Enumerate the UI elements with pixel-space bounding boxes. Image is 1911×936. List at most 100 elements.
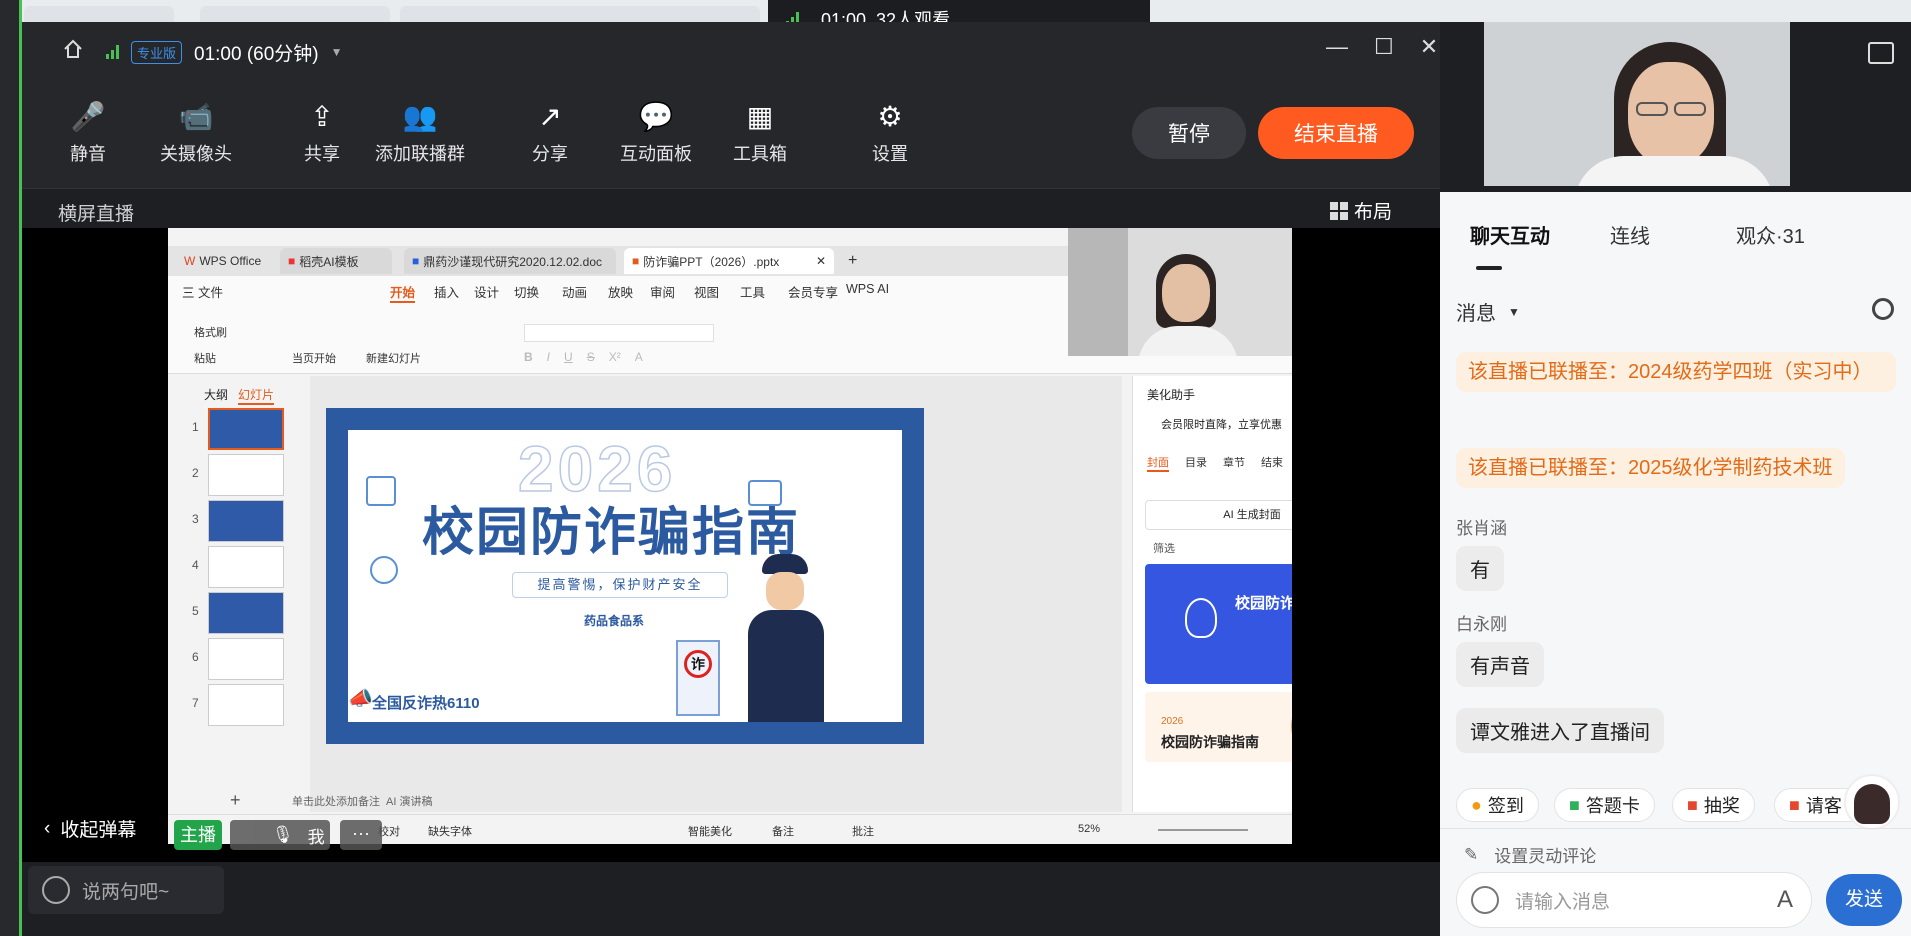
wps-menu-item[interactable]: 切换	[514, 282, 539, 301]
emoji-icon[interactable]	[42, 876, 70, 904]
toolbar-button-1[interactable]: 📹 关摄像头	[146, 98, 246, 166]
chat-tab[interactable]: 观众·31	[1736, 220, 1805, 249]
ai-panel-tab[interactable]: 章节	[1223, 454, 1245, 470]
chevron-down-icon[interactable]: ▼	[331, 45, 343, 59]
end-live-button[interactable]: 结束直播	[1258, 107, 1414, 159]
toolbar-button-6[interactable]: ▦ 工具箱	[710, 98, 810, 166]
ai-panel-tab[interactable]: 目录	[1185, 454, 1207, 470]
new-slide-button[interactable]: 新建幻灯片	[366, 350, 421, 366]
zoom-slider[interactable]	[1158, 829, 1248, 831]
minimize-icon[interactable]: —	[1326, 34, 1348, 60]
mode-label: 横屏直播	[58, 204, 135, 225]
popout-icon[interactable]	[1868, 42, 1894, 64]
toolbar-button-0[interactable]: 🎤 静音	[38, 98, 138, 166]
wps-menu-item[interactable]: 审阅	[650, 282, 675, 301]
emoji-icon[interactable]	[1471, 886, 1499, 914]
slide-thumbnail[interactable]	[208, 592, 284, 634]
assistant-avatar[interactable]	[1844, 774, 1900, 830]
close-icon[interactable]: ✕	[1420, 34, 1438, 60]
toolbar-button-7[interactable]: ⚙ 设置	[840, 98, 940, 166]
filter-button[interactable]: 筛选	[1153, 540, 1175, 556]
ai-panel-tab[interactable]: 封面	[1147, 454, 1169, 472]
chat-tab[interactable]: 聊天互动	[1470, 220, 1550, 249]
maximize-icon[interactable]: ☐	[1374, 34, 1394, 60]
chat-tab[interactable]: 连线	[1610, 220, 1650, 249]
message-filter[interactable]: 消息 ▼	[1456, 297, 1520, 326]
layout-button[interactable]: 布局	[1330, 197, 1392, 224]
slide-thumbnail[interactable]	[208, 500, 284, 542]
smart-beautify-button[interactable]: 智能美化	[688, 823, 732, 839]
set-comment-label: 设置灵动评论	[1494, 847, 1597, 866]
chat-input[interactable]: 请输入消息 A	[1456, 872, 1812, 928]
me-label: 我	[307, 827, 325, 847]
toolbar-button-5[interactable]: 💬 互动面板	[606, 98, 706, 166]
wps-tab[interactable]: ■ 稻壳AI模板	[280, 248, 392, 274]
collapse-danmaku-button[interactable]: ‹ 收起弹幕	[44, 815, 136, 842]
font-select[interactable]	[524, 324, 714, 342]
chat-panel: 消息 ▼ 该直播已联播至：2024级药学四班（实习中） 该直播已联播至：2025…	[1440, 22, 1911, 936]
wps-menu-item[interactable]: 动画	[562, 282, 587, 301]
toolbar-button-2[interactable]: ⇪ 共享	[272, 98, 372, 166]
wps-menu-item[interactable]: 开始	[390, 282, 416, 303]
ai-notes-button[interactable]: AI 演讲稿	[386, 793, 432, 809]
slide-thumbnail[interactable]	[208, 684, 284, 726]
browser-tab[interactable]	[24, 6, 174, 22]
wps-menu-item[interactable]: WPS AI	[846, 282, 889, 296]
send-button[interactable]: 发送	[1826, 874, 1902, 926]
ai-panel-tab[interactable]: 结束	[1261, 454, 1283, 470]
toolbar-button-3[interactable]: 👥 添加联播群	[370, 98, 470, 166]
slide-subtitle: 提高警惕，保护财产安全	[512, 572, 728, 598]
cover-template-card[interactable]: 2026 校园防诈骗指南	[1145, 692, 1292, 762]
checkin-button[interactable]: ● 签到	[1456, 788, 1539, 822]
close-icon[interactable]: ✕	[816, 254, 826, 268]
toolbar-button-4[interactable]: ↗ 分享	[500, 98, 600, 166]
slide-thumbnail[interactable]	[208, 546, 284, 588]
wps-tab[interactable]: W WPS Office	[176, 248, 270, 274]
pause-button[interactable]: 暂停	[1132, 107, 1246, 159]
wps-tab[interactable]: ■ 鼎药沙谨现代研究2020.12.02.doc	[404, 248, 616, 274]
add-slide-icon[interactable]: +	[230, 790, 241, 811]
slide-thumbnail[interactable]	[208, 454, 284, 496]
more-icon[interactable]: ···	[340, 820, 382, 850]
user-name: 白永刚	[1456, 615, 1507, 634]
wps-logo-icon: W	[184, 254, 196, 268]
wps-menu-item[interactable]: 视图	[694, 282, 719, 301]
wps-menu-item[interactable]: 三 文件	[182, 282, 223, 301]
lottery-button[interactable]: ■ 抽奖	[1672, 788, 1755, 822]
paste-button[interactable]: 粘贴	[194, 350, 216, 366]
outline-tab[interactable]: 大纲	[204, 386, 228, 403]
wps-menu-item[interactable]: 插入	[434, 282, 459, 301]
from-current-button[interactable]: 当页开始	[292, 350, 336, 366]
police-illustration	[740, 554, 824, 722]
notes-hint[interactable]: 单击此处添加备注	[292, 793, 380, 809]
slides-tab[interactable]: 幻灯片	[238, 386, 275, 405]
browser-tab[interactable]	[400, 6, 760, 22]
wps-tab-active[interactable]: ■ 防诈骗PPT（2026）.pptx ✕	[624, 248, 834, 274]
join-message: 谭文雅进入了直播间	[1456, 708, 1664, 753]
slide-thumbnail[interactable]	[208, 408, 284, 450]
set-dynamic-comment[interactable]: ✎ 设置灵动评论	[1464, 842, 1596, 867]
cover-template-card[interactable]: 2026 校园防诈骗指南	[1145, 564, 1292, 684]
home-icon[interactable]	[62, 38, 84, 66]
anchor-badge: 主播	[174, 820, 222, 850]
answer-card-button[interactable]: ■ 答题卡	[1554, 788, 1655, 822]
font-style-icon[interactable]: A	[1777, 886, 1793, 914]
missing-font-button[interactable]: 缺失字体	[428, 823, 472, 839]
comment-input[interactable]: 说两句吧~	[28, 866, 224, 914]
slide-thumbnail[interactable]	[208, 638, 284, 680]
new-tab-icon[interactable]: +	[840, 248, 865, 274]
notes-button[interactable]: 备注	[772, 823, 794, 839]
wps-menu-item[interactable]: 工具	[740, 282, 765, 301]
slide-number: 5	[192, 604, 199, 618]
ai-generate-cover-button[interactable]: AI 生成封面	[1145, 500, 1292, 530]
format-painter-button[interactable]: 格式刷	[194, 324, 227, 340]
wps-menu-item[interactable]: 放映	[608, 282, 633, 301]
chevron-down-icon: ▼	[1508, 304, 1520, 319]
user-name: 张肖涵	[1456, 519, 1507, 538]
comments-button[interactable]: 批注	[852, 823, 874, 839]
wps-menu-item[interactable]: 设计	[474, 282, 499, 301]
slide[interactable]: 2026 校园防诈骗指南 提高警惕，保护财产安全 药品食品系 全国反诈热6110…	[326, 408, 924, 744]
gear-icon[interactable]	[1872, 298, 1894, 320]
browser-tab[interactable]	[200, 6, 390, 22]
wps-menu-item[interactable]: 会员专享	[788, 282, 838, 301]
